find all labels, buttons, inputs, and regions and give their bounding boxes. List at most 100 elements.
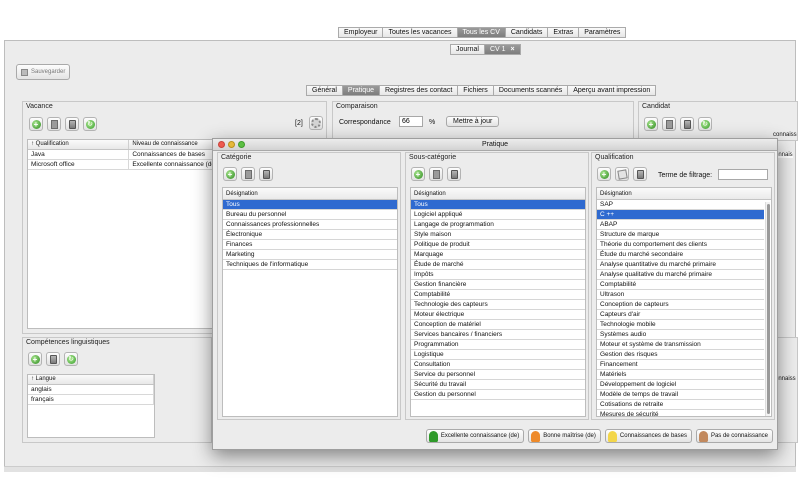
list-item[interactable]: Étude du marché secondaire bbox=[597, 250, 764, 260]
refresh-button[interactable]: ↻ bbox=[83, 117, 97, 131]
legend-button[interactable]: Excellente connaissance (de) bbox=[425, 429, 525, 443]
list-item[interactable]: Bureau du personnel bbox=[223, 210, 397, 220]
delete-button[interactable] bbox=[447, 167, 461, 181]
categorie-list-header[interactable]: Désignation bbox=[223, 188, 397, 200]
legend-button[interactable]: Bonne maîtrise (de) bbox=[528, 429, 601, 443]
list-item[interactable]: Services bancaires / financiers bbox=[411, 330, 585, 340]
list-item[interactable]: ABAP bbox=[597, 220, 764, 230]
qualification-list-header[interactable]: Désignation bbox=[597, 188, 771, 200]
tab-general[interactable]: Général bbox=[306, 85, 342, 96]
list-item[interactable]: Techniques de l'informatique bbox=[223, 260, 397, 270]
add-button[interactable]: + bbox=[28, 352, 42, 366]
tab-candidats[interactable]: Candidats bbox=[504, 27, 548, 38]
list-item[interactable]: Théorie du comportement des clients bbox=[597, 240, 764, 250]
list-item[interactable]: Mesures de sécurité bbox=[597, 410, 764, 416]
save-button[interactable]: Sauvegarder bbox=[16, 64, 71, 80]
refresh-button[interactable]: ↻ bbox=[698, 117, 712, 131]
add-button[interactable]: + bbox=[597, 167, 611, 181]
list-item[interactable]: Logistique bbox=[411, 350, 585, 360]
minimize-window-icon[interactable] bbox=[228, 141, 235, 148]
list-item[interactable]: Marquage bbox=[411, 250, 585, 260]
list-item[interactable]: Analyse qualitative du marché primaire bbox=[597, 270, 764, 280]
add-button[interactable]: + bbox=[644, 117, 658, 131]
list-item[interactable]: Conception de capteurs bbox=[597, 300, 764, 310]
edit-button[interactable] bbox=[429, 167, 443, 181]
table-row[interactable]: anglais bbox=[28, 385, 154, 395]
list-item[interactable]: Gestion du personnel bbox=[411, 390, 585, 400]
edit-button[interactable] bbox=[47, 117, 61, 131]
delete-button[interactable] bbox=[633, 167, 647, 181]
legend-button[interactable]: Pas de connaissance bbox=[695, 429, 773, 443]
list-item[interactable]: Tous bbox=[223, 200, 397, 210]
column-langue[interactable]: ↑ Langue bbox=[28, 375, 154, 384]
add-button[interactable]: + bbox=[223, 167, 237, 181]
edit-button[interactable] bbox=[615, 167, 629, 181]
list-item[interactable]: Structure de marque bbox=[597, 230, 764, 240]
delete-button[interactable] bbox=[65, 117, 79, 131]
tab-tous-les-cv[interactable]: Tous les CV bbox=[456, 27, 505, 38]
list-item[interactable]: Logiciel appliqué bbox=[411, 210, 585, 220]
list-item[interactable]: Tous bbox=[411, 200, 585, 210]
close-icon[interactable]: × bbox=[510, 46, 514, 53]
tab-fichiers[interactable]: Fichiers bbox=[457, 85, 493, 96]
list-item[interactable]: Service du personnel bbox=[411, 370, 585, 380]
tab-registres-contact[interactable]: Registres des contact bbox=[378, 85, 458, 96]
tab-extras[interactable]: Extras bbox=[547, 27, 579, 38]
list-item[interactable]: Conception de matériel bbox=[411, 320, 585, 330]
list-item[interactable]: Matériels bbox=[597, 370, 764, 380]
list-item[interactable]: Développement de logiciel bbox=[597, 380, 764, 390]
settings-button[interactable] bbox=[309, 116, 323, 130]
list-item[interactable]: Style maison bbox=[411, 230, 585, 240]
add-button[interactable]: + bbox=[29, 117, 43, 131]
tab-parametres[interactable]: Paramètres bbox=[578, 27, 627, 38]
list-item[interactable]: Comptabilité bbox=[411, 290, 585, 300]
list-item[interactable]: Capteurs d'air bbox=[597, 310, 764, 320]
close-window-icon[interactable] bbox=[218, 141, 225, 148]
tab-documents-scannes[interactable]: Documents scannés bbox=[492, 85, 568, 96]
horizontal-scrollbar[interactable] bbox=[4, 466, 796, 472]
tab-journal[interactable]: Journal bbox=[450, 44, 484, 55]
zoom-window-icon[interactable] bbox=[238, 141, 245, 148]
tab-pratique[interactable]: Pratique bbox=[341, 85, 379, 96]
list-item[interactable]: Technologie des capteurs bbox=[411, 300, 585, 310]
tab-apercu-impression[interactable]: Aperçu avant impression bbox=[567, 85, 657, 96]
list-item[interactable]: C ++ bbox=[597, 210, 764, 220]
qualification-scrollbar[interactable] bbox=[765, 202, 770, 416]
list-item[interactable]: Impôts bbox=[411, 270, 585, 280]
add-button[interactable]: + bbox=[411, 167, 425, 181]
tab-cv-1[interactable]: CV 1 × bbox=[483, 44, 521, 55]
list-item[interactable]: SAP bbox=[597, 200, 764, 210]
correspondance-field[interactable] bbox=[399, 116, 423, 127]
list-item[interactable]: Ultrason bbox=[597, 290, 764, 300]
edit-button[interactable] bbox=[241, 167, 255, 181]
delete-button[interactable] bbox=[46, 352, 60, 366]
list-item[interactable]: Financement bbox=[597, 360, 764, 370]
list-item[interactable]: Gestion financière bbox=[411, 280, 585, 290]
list-item[interactable]: Gestion des risques bbox=[597, 350, 764, 360]
list-item[interactable]: Technologie mobile bbox=[597, 320, 764, 330]
list-item[interactable]: Systèmes audio bbox=[597, 330, 764, 340]
edit-button[interactable] bbox=[662, 117, 676, 131]
list-item[interactable]: Langage de programmation bbox=[411, 220, 585, 230]
qualification-scrollbar-thumb[interactable] bbox=[767, 204, 770, 414]
list-item[interactable]: Cotisations de retraite bbox=[597, 400, 764, 410]
refresh-button[interactable]: ↻ bbox=[64, 352, 78, 366]
update-button[interactable]: Mettre à jour bbox=[446, 116, 500, 127]
legend-button[interactable]: Connaissances de bases bbox=[604, 429, 692, 443]
sous-categorie-list-header[interactable]: Désignation bbox=[411, 188, 585, 200]
list-item[interactable]: Modèle de temps de travail bbox=[597, 390, 764, 400]
list-item[interactable]: Étude de marché bbox=[411, 260, 585, 270]
filter-input[interactable] bbox=[718, 169, 768, 180]
tab-employeur[interactable]: Employeur bbox=[338, 27, 383, 38]
table-row[interactable]: français bbox=[28, 395, 154, 405]
list-item[interactable]: Sécurité du travail bbox=[411, 380, 585, 390]
delete-button[interactable] bbox=[680, 117, 694, 131]
list-item[interactable]: Analyse quantitative du marché primaire bbox=[597, 260, 764, 270]
list-item[interactable]: Connaissances professionnelles bbox=[223, 220, 397, 230]
list-item[interactable]: Moteur électrique bbox=[411, 310, 585, 320]
tab-toutes-les-vacances[interactable]: Toutes les vacances bbox=[382, 27, 457, 38]
list-item[interactable]: Moteur et système de transmission bbox=[597, 340, 764, 350]
list-item[interactable]: Finances bbox=[223, 240, 397, 250]
list-item[interactable]: Comptabilité bbox=[597, 280, 764, 290]
delete-button[interactable] bbox=[259, 167, 273, 181]
